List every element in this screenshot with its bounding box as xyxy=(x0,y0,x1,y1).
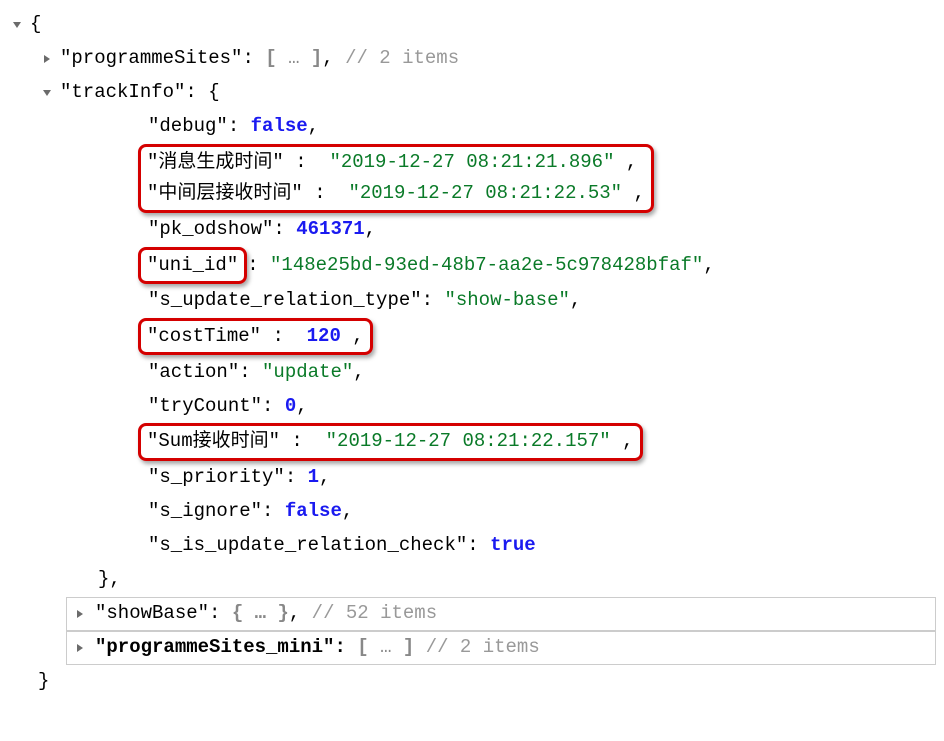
highlight-box-4: "Sum接收时间" : "2019-12-27 08:21:22.157" , xyxy=(138,423,643,460)
try-count-row: "tryCount" : 0 , xyxy=(8,389,936,423)
pk-odshow-key: "pk_odshow" xyxy=(148,214,273,245)
action-value: "update" xyxy=(262,357,353,388)
s-priority-row: "s_priority" : 1 , xyxy=(8,461,936,495)
programme-sites-row: "programmeSites" : [ … ] , // 2 items xyxy=(8,42,936,76)
try-count-value: 0 xyxy=(285,391,296,422)
uni-id-key: "uni_id" xyxy=(147,254,238,276)
uni-id-row: "uni_id" : "148e25bd-93ed-48b7-aa2e-5c97… xyxy=(8,247,936,284)
debug-row: "debug" : false , xyxy=(8,110,936,144)
toggle-track-info[interactable] xyxy=(38,84,56,102)
cost-time-key: "costTime" xyxy=(147,325,261,347)
action-row: "action" : "update" , xyxy=(8,355,936,389)
msg-gen-time-value: "2019-12-27 08:21:21.896" xyxy=(329,151,614,173)
root-open-brace: { xyxy=(30,9,41,40)
programme-sites-key: "programmeSites" xyxy=(60,43,242,74)
s-is-update-relation-check-key: "s_is_update_relation_check" xyxy=(148,530,467,561)
cost-time-row: "costTime" : 120 , xyxy=(138,318,936,355)
highlight-timestamps: "消息生成时间" : "2019-12-27 08:21:21.896" , "… xyxy=(138,144,936,213)
s-ignore-key: "s_ignore" xyxy=(148,496,262,527)
s-update-relation-type-key: "s_update_relation_type" xyxy=(148,285,422,316)
mid-recv-time-key: "中间层接收时间" xyxy=(147,182,303,204)
sum-recv-time-row: "Sum接收时间" : "2019-12-27 08:21:22.157" , xyxy=(138,423,936,460)
toggle-programme-sites[interactable] xyxy=(38,50,56,68)
s-update-relation-type-row: "s_update_relation_type" : "show-base" , xyxy=(8,284,936,318)
root-open-row: { xyxy=(8,8,936,42)
msg-gen-time-key: "消息生成时间" xyxy=(147,151,284,173)
toggle-root[interactable] xyxy=(8,16,26,34)
programme-sites-comment: // 2 items xyxy=(345,43,459,74)
sum-recv-time-key: "Sum接收时间" xyxy=(147,430,280,452)
mid-recv-time-value: "2019-12-27 08:21:22.53" xyxy=(348,182,622,204)
s-priority-key: "s_priority" xyxy=(148,462,285,493)
json-tree: { "programmeSites" : [ … ] , // 2 items … xyxy=(8,8,936,699)
track-info-row: "trackInfo" : { xyxy=(8,76,936,110)
toggle-programme-sites-mini[interactable] xyxy=(71,639,89,657)
pk-odshow-value: 461371 xyxy=(296,214,364,245)
programme-sites-mini-key: "programmeSites_mini" xyxy=(95,632,334,663)
programme-sites-mini-row[interactable]: "programmeSites_mini" : [ … ] // 2 items xyxy=(66,631,936,665)
s-priority-value: 1 xyxy=(308,462,319,493)
programme-sites-mini-comment: // 2 items xyxy=(426,632,540,663)
s-update-relation-type-value: "show-base" xyxy=(444,285,569,316)
highlight-box-2: "uni_id" xyxy=(138,247,247,284)
track-info-key: "trackInfo" xyxy=(60,77,185,108)
s-ignore-row: "s_ignore" : false , xyxy=(8,495,936,529)
s-ignore-value: false xyxy=(285,496,342,527)
root-close-row: } xyxy=(8,665,936,699)
debug-value: false xyxy=(251,111,308,142)
root-close-brace: } xyxy=(38,666,49,697)
highlight-box-3: "costTime" : 120 , xyxy=(138,318,373,355)
toggle-show-base[interactable] xyxy=(71,605,89,623)
show-base-row[interactable]: "showBase" : { … } , // 52 items xyxy=(66,597,936,631)
try-count-key: "tryCount" xyxy=(148,391,262,422)
sum-recv-time-value: "2019-12-27 08:21:22.157" xyxy=(326,430,611,452)
track-info-close-row: } , xyxy=(8,563,936,597)
show-base-key: "showBase" xyxy=(95,598,209,629)
debug-key: "debug" xyxy=(148,111,228,142)
action-key: "action" xyxy=(148,357,239,388)
cost-time-value: 120 xyxy=(307,325,341,347)
uni-id-value: "148e25bd-93ed-48b7-aa2e-5c978428bfaf" xyxy=(270,250,703,281)
s-is-update-relation-check-value: true xyxy=(490,530,536,561)
s-is-update-relation-check-row: "s_is_update_relation_check" : true xyxy=(8,529,936,563)
show-base-comment: // 52 items xyxy=(312,598,437,629)
pk-odshow-row: "pk_odshow" : 461371 , xyxy=(8,213,936,247)
highlight-box-1: "消息生成时间" : "2019-12-27 08:21:21.896" , "… xyxy=(138,144,654,213)
